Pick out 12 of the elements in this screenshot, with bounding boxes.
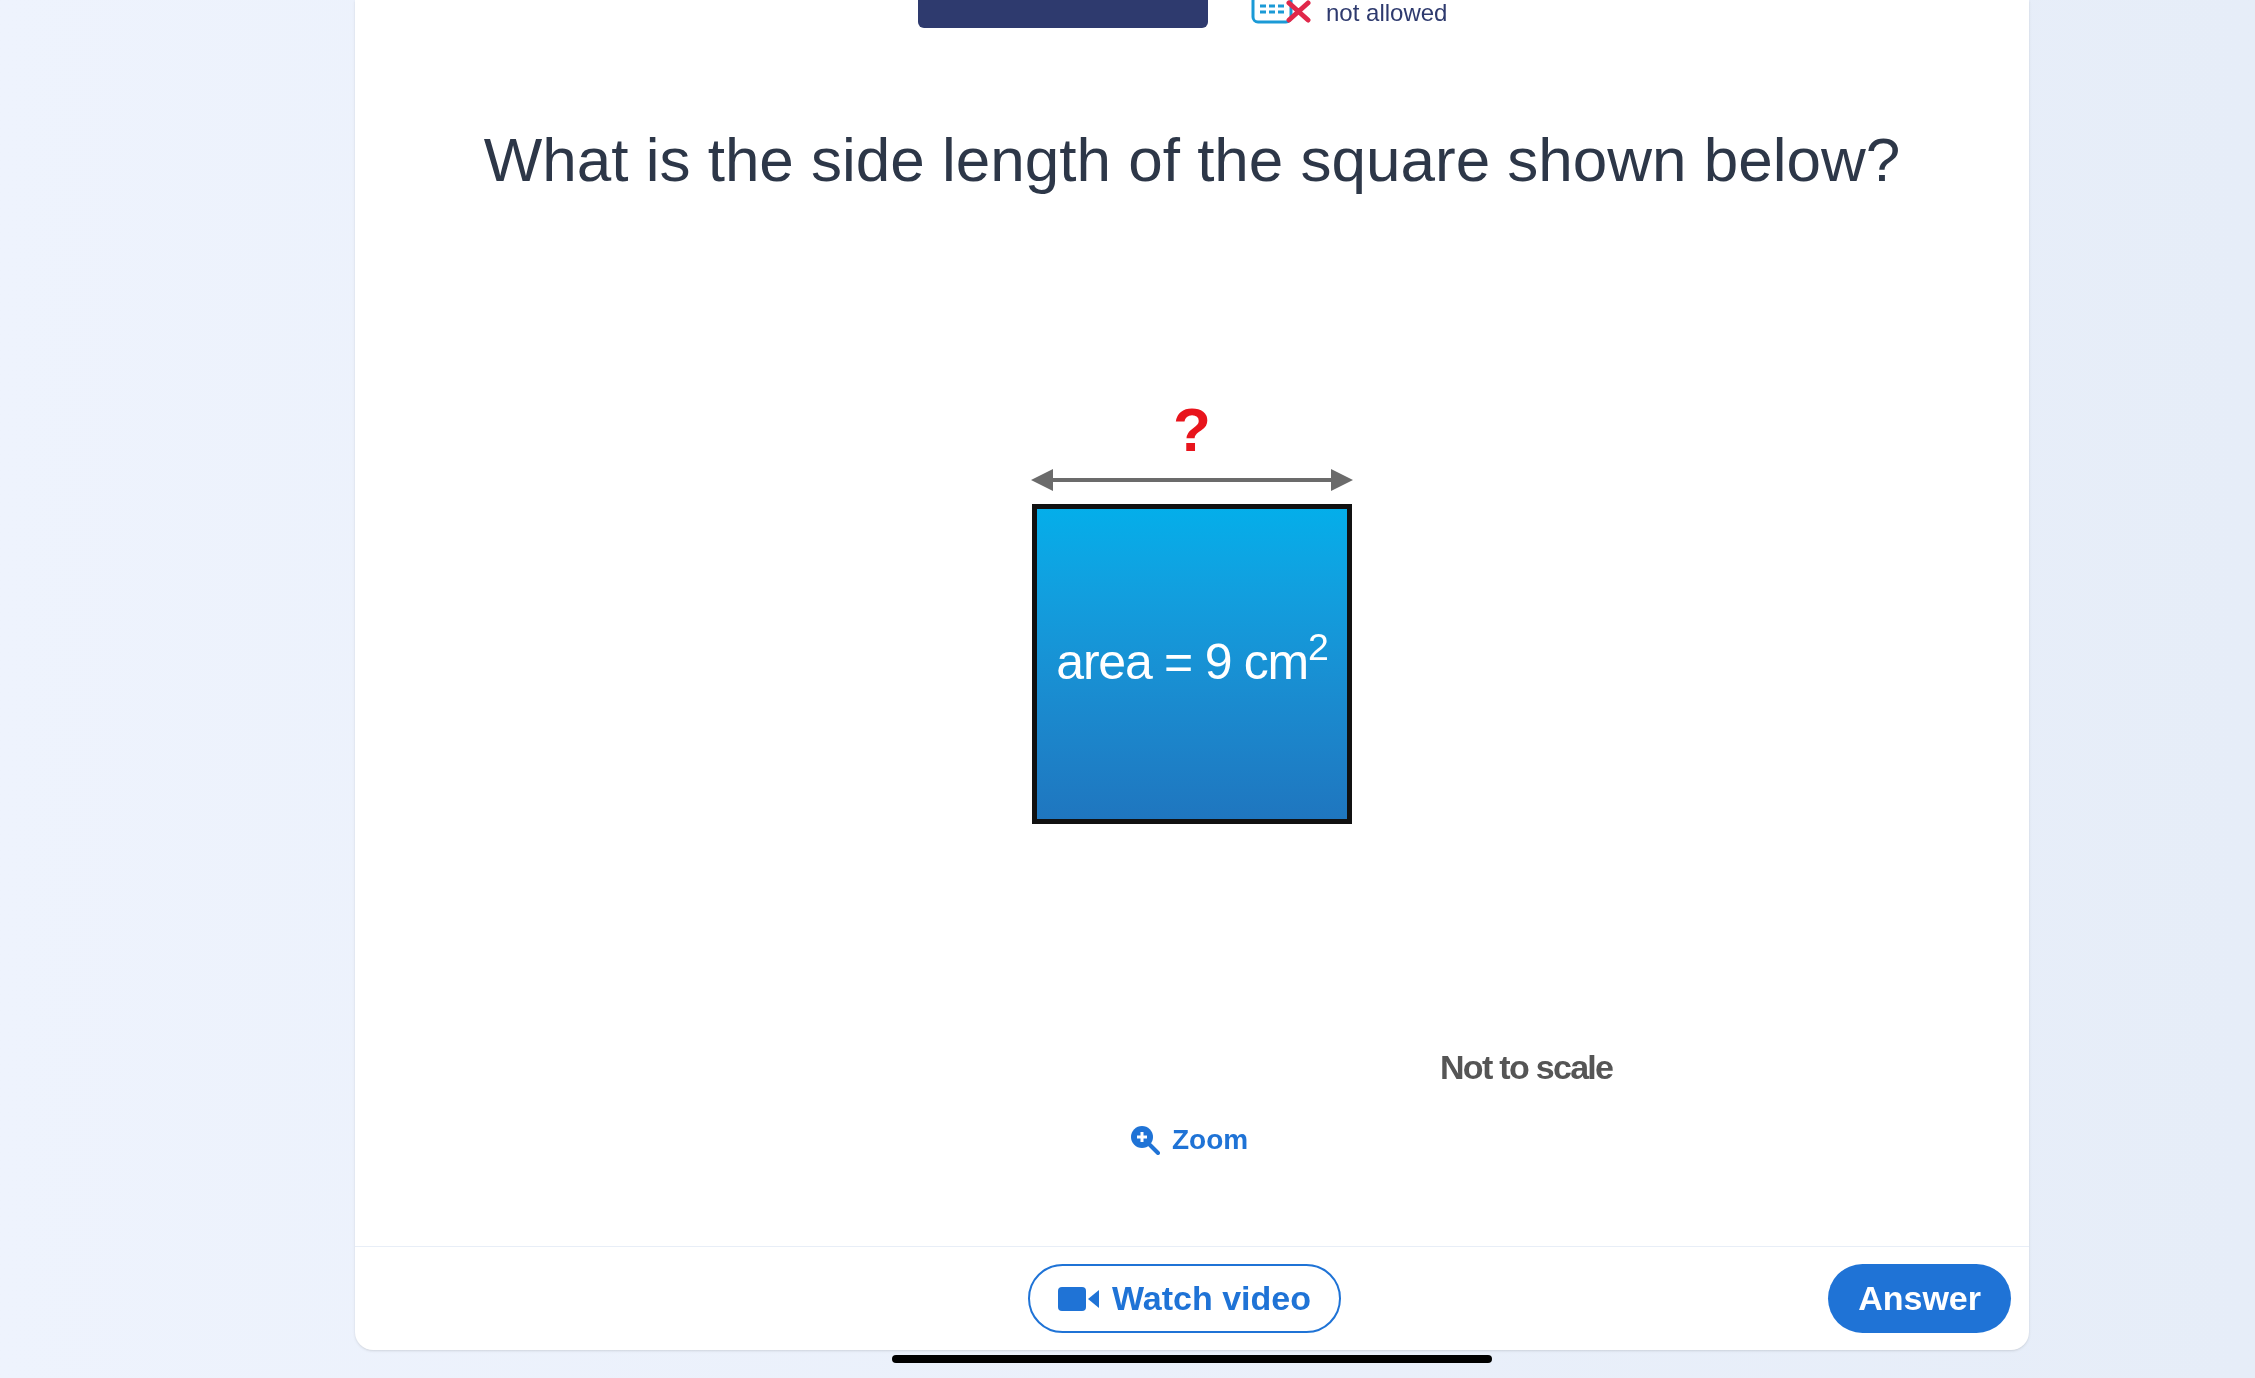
answer-button[interactable]: Answer bbox=[1828, 1264, 2011, 1333]
calculator-status: not allowed bbox=[1326, 0, 1448, 26]
question-mark: ? bbox=[1173, 400, 1211, 460]
zoom-in-icon bbox=[1130, 1125, 1160, 1155]
zoom-link[interactable]: Zoom bbox=[1130, 1119, 1249, 1161]
watch-video-button[interactable]: Watch video bbox=[1028, 1264, 1341, 1333]
question-text: What is the side length of the square shown below? bbox=[483, 124, 1901, 196]
video-camera-icon bbox=[1058, 1284, 1100, 1313]
scale-note: Not to scale bbox=[1440, 1048, 1613, 1086]
header-button[interactable] bbox=[918, 0, 1208, 28]
area-label: area = 9 cm$^{2}$ bbox=[1056, 624, 1328, 692]
calculator-crossed-icon bbox=[1251, 0, 1311, 25]
